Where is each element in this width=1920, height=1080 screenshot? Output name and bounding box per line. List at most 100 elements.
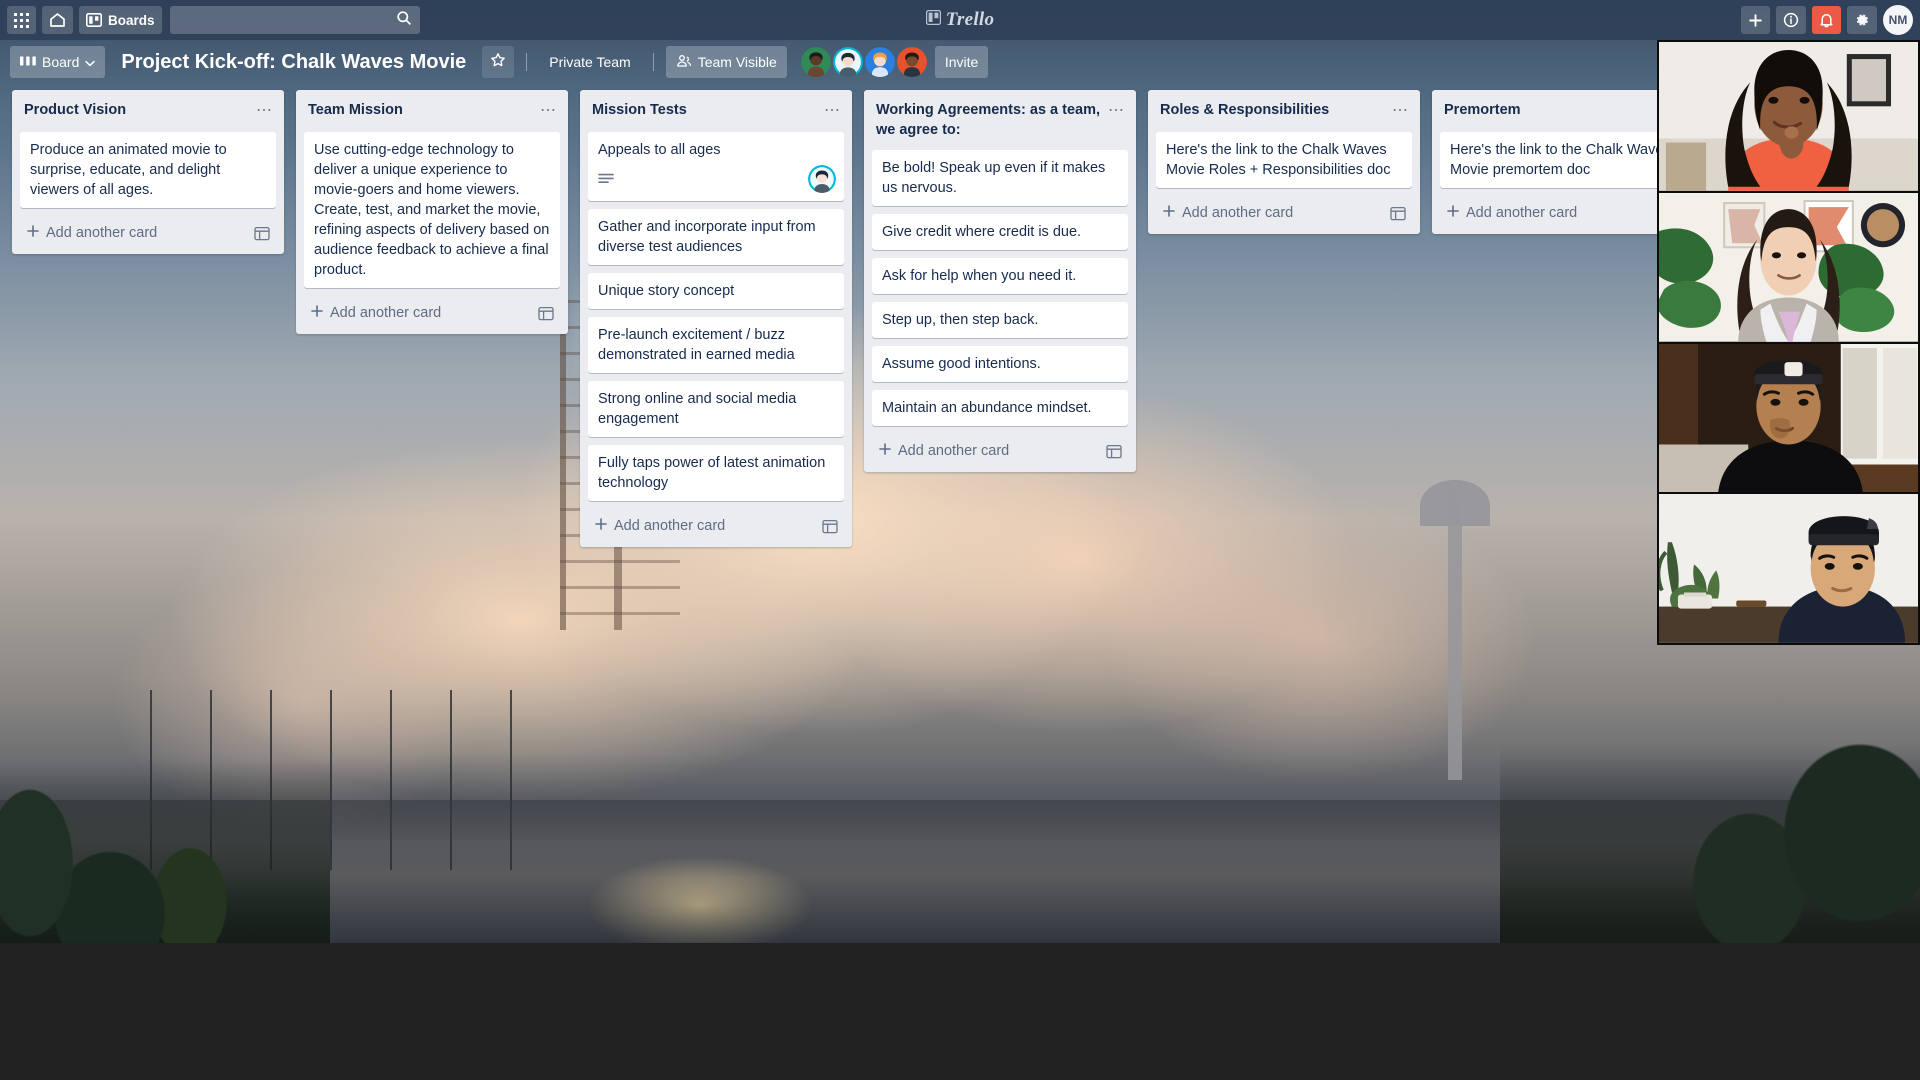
list-title[interactable]: Working Agreements: as a team, we agree …	[876, 100, 1100, 140]
list-title[interactable]: Team Mission	[308, 100, 532, 120]
board-card[interactable]: Maintain an abundance mindset.	[872, 390, 1128, 426]
list-title[interactable]: Roles & Responsibilities	[1160, 100, 1384, 120]
list-title[interactable]: Mission Tests	[592, 100, 816, 120]
search-box[interactable]	[169, 6, 420, 34]
board-card[interactable]: Step up, then step back.	[872, 302, 1128, 338]
list-menu-icon[interactable]: ⋯	[252, 100, 276, 122]
board-list[interactable]: Working Agreements: as a team, we agree …	[864, 90, 1136, 472]
visibility-label: Team Visible	[697, 54, 777, 70]
card-title: Unique story concept	[598, 283, 735, 299]
home-button[interactable]	[42, 6, 73, 34]
board-member-avatar-2[interactable]	[832, 47, 863, 77]
list-header: Roles & Responsibilities ⋯	[1148, 90, 1420, 132]
board-view-button[interactable]: Board	[10, 46, 106, 78]
board-card[interactable]: Produce an animated movie to surprise, e…	[20, 132, 276, 208]
video-tile-participant-2[interactable]	[1659, 192, 1918, 342]
card-title: Maintain an abundance mindset.	[882, 400, 1092, 416]
card-description-icon	[598, 173, 614, 186]
board-card[interactable]: Give credit where credit is due.	[872, 214, 1128, 250]
card-member-avatar[interactable]	[808, 165, 836, 193]
board-card[interactable]: Assume good intentions.	[872, 346, 1128, 382]
board-lists-container[interactable]: Product Vision ⋯ Produce an animated movie…	[0, 84, 1920, 929]
card-template-icon[interactable]	[822, 519, 838, 534]
board-card[interactable]: Here's the link to the Chalk Waves Movie…	[1156, 132, 1412, 188]
list-cards: Use cutting-edge technology to deliver a…	[296, 132, 568, 296]
board-card[interactable]: Pre-launch excitement / buzz demonstrate…	[588, 317, 844, 373]
list-title[interactable]: Product Vision	[24, 100, 248, 120]
list-menu-icon[interactable]: ⋯	[1388, 100, 1412, 122]
board-title[interactable]: Project Kick-off: Chalk Waves Movie	[113, 51, 474, 74]
video-call-panel	[1657, 40, 1920, 645]
add-another-card-button[interactable]: Add another card	[584, 509, 848, 543]
board-card[interactable]: Be bold! Speak up even if it makes us ne…	[872, 150, 1128, 206]
invite-button[interactable]: Invite	[934, 46, 989, 78]
board-list[interactable]: Roles & Responsibilities ⋯ Here's the link…	[1148, 90, 1420, 234]
video-tile-participant-1[interactable]	[1659, 42, 1918, 191]
notifications-button[interactable]	[1812, 6, 1841, 34]
list-menu-icon[interactable]: ⋯	[820, 100, 844, 122]
add-button[interactable]	[1741, 6, 1770, 34]
home-icon	[49, 12, 66, 28]
board-card[interactable]: Fully taps power of latest animation tec…	[588, 445, 844, 501]
header-divider-2	[652, 53, 654, 71]
team-visible-icon	[676, 54, 692, 71]
gear-icon	[1854, 12, 1870, 28]
card-title: Assume good intentions.	[882, 356, 1041, 372]
add-another-card-button[interactable]: Add another card	[1152, 196, 1416, 230]
board-list[interactable]: Team Mission ⋯ Use cutting-edge technology…	[296, 90, 568, 334]
board-card[interactable]: Gather and incorporate input from divers…	[588, 209, 844, 265]
chevron-down-icon	[85, 54, 96, 70]
add-another-card-button[interactable]: Add another card	[868, 434, 1132, 468]
list-header: Mission Tests ⋯	[580, 90, 852, 132]
board-header: Board Project Kick-off: Chalk Waves Movi…	[0, 40, 1920, 84]
board-list[interactable]: Mission Tests ⋯ Appeals to all ages Gather …	[580, 90, 852, 547]
header-divider	[526, 53, 528, 71]
add-another-card-label: Add another card	[898, 443, 1010, 459]
settings-button[interactable]	[1847, 6, 1877, 34]
list-header: Team Mission ⋯	[296, 90, 568, 132]
add-another-card-button[interactable]: Add another card	[300, 296, 564, 330]
information-button[interactable]	[1776, 6, 1806, 34]
video-tile-participant-3[interactable]	[1659, 343, 1918, 493]
list-header: Working Agreements: as a team, we agree …	[864, 90, 1136, 150]
list-cards: Here's the link to the Chalk Waves Movie…	[1148, 132, 1420, 196]
board-card[interactable]: Strong online and social media engagemen…	[588, 381, 844, 437]
search-icon[interactable]	[396, 10, 412, 31]
apps-grid-button[interactable]	[7, 6, 36, 34]
plus-icon	[1162, 204, 1176, 222]
board-member-avatar-3[interactable]	[864, 47, 895, 77]
search-input[interactable]	[177, 12, 396, 28]
board-card[interactable]: Unique story concept	[588, 273, 844, 309]
add-another-card-label: Add another card	[1182, 205, 1294, 221]
board-card[interactable]: Ask for help when you need it.	[872, 258, 1128, 294]
board-member-avatar-4[interactable]	[896, 47, 927, 77]
list-header: Product Vision ⋯	[12, 90, 284, 132]
board-card[interactable]: Use cutting-edge technology to deliver a…	[304, 132, 560, 288]
board-card[interactable]: Appeals to all ages	[588, 132, 844, 201]
bottom-dark-strip	[0, 943, 1920, 1080]
team-name-button[interactable]: Private Team	[539, 46, 640, 78]
board-member-avatar-1[interactable]	[800, 47, 831, 77]
boards-icon	[86, 13, 102, 27]
list-menu-icon[interactable]: ⋯	[536, 100, 560, 122]
plus-icon	[26, 224, 40, 242]
user-avatar[interactable]: NM	[1883, 5, 1913, 35]
list-title[interactable]: Premortem	[1444, 100, 1668, 120]
trello-board-screen: Boards Trello NM Board Project Kick-off:…	[0, 0, 1920, 1080]
card-template-icon[interactable]	[1106, 444, 1122, 459]
visibility-button[interactable]: Team Visible	[665, 46, 787, 78]
board-view-icon	[20, 54, 36, 70]
boards-button[interactable]: Boards	[79, 6, 162, 34]
star-board-button[interactable]	[482, 46, 515, 78]
info-icon	[1783, 12, 1799, 28]
board-list[interactable]: Product Vision ⋯ Produce an animated movie…	[12, 90, 284, 254]
card-template-icon[interactable]	[538, 306, 554, 321]
card-title: Gather and incorporate input from divers…	[598, 219, 816, 255]
card-template-icon[interactable]	[1390, 206, 1406, 221]
card-template-icon[interactable]	[254, 226, 270, 241]
video-tile-participant-4[interactable]	[1659, 494, 1918, 643]
add-another-card-label: Add another card	[330, 305, 442, 321]
bell-icon	[1819, 12, 1834, 28]
add-another-card-button[interactable]: Add another card	[16, 216, 280, 250]
list-menu-icon[interactable]: ⋯	[1104, 100, 1128, 122]
